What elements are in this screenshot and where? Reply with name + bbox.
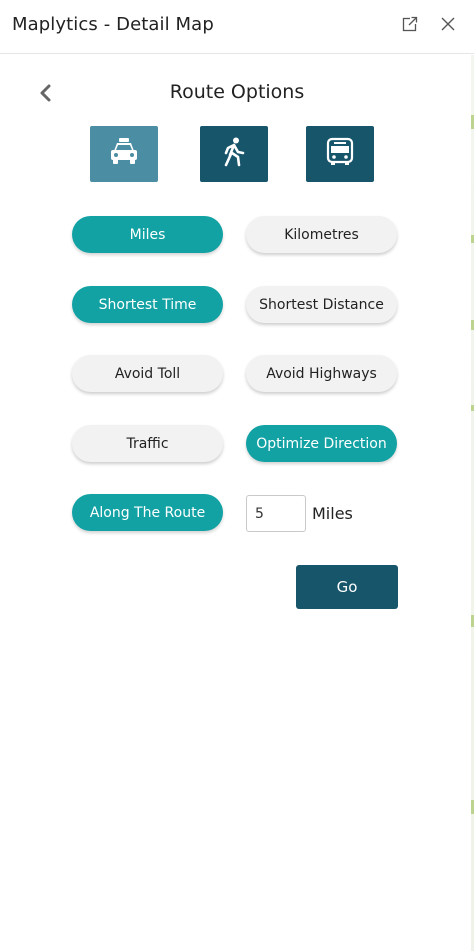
avoid-toll-button[interactable]: Avoid Toll	[72, 355, 223, 392]
taxi-icon	[108, 137, 140, 172]
app-title: Maplytics - Detail Map	[12, 14, 214, 35]
bus-icon	[325, 137, 355, 172]
walking-mode-button[interactable]	[200, 126, 268, 182]
distance-input[interactable]	[246, 495, 306, 532]
popout-icon[interactable]	[401, 15, 419, 33]
kilometres-button[interactable]: Kilometres	[246, 216, 397, 253]
close-icon[interactable]	[439, 15, 457, 33]
taxi-mode-button[interactable]	[90, 126, 158, 182]
miles-button[interactable]: Miles	[72, 216, 223, 253]
title-bar: Maplytics - Detail Map	[0, 0, 474, 54]
shortest-time-button[interactable]: Shortest Time	[72, 286, 223, 323]
optimize-direction-button[interactable]: Optimize Direction	[246, 425, 397, 462]
shortest-distance-button[interactable]: Shortest Distance	[246, 286, 397, 323]
walking-icon	[220, 137, 248, 172]
along-the-route-button[interactable]: Along The Route	[72, 494, 223, 531]
panel-title: Route Options	[169, 81, 305, 103]
bus-mode-button[interactable]	[306, 126, 374, 182]
avoid-highways-button[interactable]: Avoid Highways	[246, 355, 397, 392]
distance-unit-label: Miles	[312, 504, 353, 523]
go-button[interactable]: Go	[296, 565, 398, 609]
traffic-button[interactable]: Traffic	[72, 425, 223, 462]
